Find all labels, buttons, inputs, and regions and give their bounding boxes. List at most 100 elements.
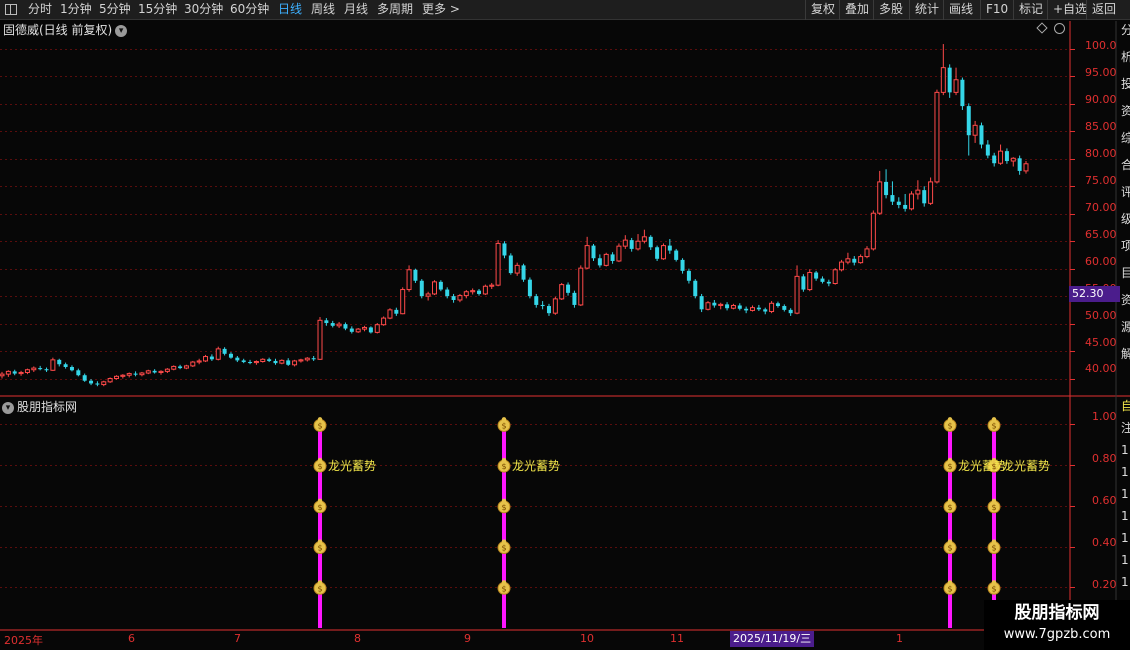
candle-body-up bbox=[31, 367, 37, 371]
candle-body-down bbox=[566, 284, 571, 293]
candle-body-down bbox=[744, 308, 749, 311]
right-column-glyph: 资 bbox=[1121, 104, 1130, 118]
money-bag-symbol: $ bbox=[947, 584, 952, 593]
right-column-glyph: 级 bbox=[1121, 212, 1130, 226]
indicator-name: 股朋指标网 bbox=[17, 400, 78, 414]
candle-body-up bbox=[603, 253, 609, 266]
money-bag-symbol: $ bbox=[317, 503, 322, 512]
chevron-down-icon[interactable]: ▾ bbox=[2, 401, 14, 414]
candle-body-down bbox=[775, 303, 780, 307]
candle-body-up bbox=[794, 275, 800, 314]
cursor-date-tag: 2025/11/19/三 bbox=[730, 631, 815, 647]
candle-body-down bbox=[69, 366, 74, 371]
candle-body-down bbox=[273, 360, 278, 364]
candle-body-down bbox=[521, 265, 526, 280]
candle-body-up bbox=[514, 264, 520, 274]
x-tick: 2025年 bbox=[4, 634, 43, 647]
money-bag-symbol: $ bbox=[991, 503, 996, 512]
candle-body-down bbox=[667, 245, 672, 251]
candle-body-up bbox=[387, 309, 393, 319]
y-tick: 65.00 bbox=[1085, 228, 1117, 241]
candle-body-up bbox=[215, 348, 221, 360]
y-tick: 0.80 bbox=[1092, 452, 1117, 465]
candle-body-down bbox=[152, 370, 157, 373]
candle-body-down bbox=[693, 280, 698, 297]
candle-body-up bbox=[864, 248, 870, 258]
x-tick: 8 bbox=[354, 632, 361, 645]
money-bag-symbol: $ bbox=[501, 503, 506, 512]
candle-body-down bbox=[890, 195, 895, 202]
candle-body-up bbox=[355, 328, 361, 333]
candle-body-up bbox=[858, 256, 864, 264]
candle-body-down bbox=[222, 348, 227, 354]
y-tick: 45.00 bbox=[1085, 336, 1117, 349]
candle-body-up bbox=[120, 374, 126, 377]
candle-body-up bbox=[196, 360, 202, 363]
candle-body-down bbox=[896, 201, 901, 205]
candle-body-down bbox=[12, 371, 17, 374]
candle-body-up bbox=[769, 302, 775, 313]
candle-body-up bbox=[578, 267, 584, 306]
candle-body-down bbox=[502, 243, 507, 256]
indicator-column-glyph: 自 bbox=[1121, 399, 1130, 413]
candle-body-up bbox=[928, 181, 934, 204]
indicator-column-glyph: 1 bbox=[1121, 465, 1129, 479]
chart-canvas[interactable]: $$$$$$$$$$$$$$$$$$$$ bbox=[0, 0, 1130, 650]
candle-body-up bbox=[101, 381, 107, 386]
candle-body-up bbox=[425, 293, 431, 297]
candle-body-up bbox=[139, 372, 145, 376]
candle-body-down bbox=[76, 370, 81, 376]
candle-body-up bbox=[431, 281, 437, 295]
x-tick: 7 bbox=[234, 632, 241, 645]
candle-body-up bbox=[107, 378, 113, 383]
candle-body-up bbox=[158, 370, 164, 373]
x-tick: 6 bbox=[128, 632, 135, 645]
indicator-column-glyph: 1 bbox=[1121, 443, 1129, 457]
candle-body-up bbox=[870, 212, 876, 250]
candle-body-up bbox=[495, 242, 501, 286]
candle-body-down bbox=[737, 305, 742, 309]
right-column-glyph: 资 bbox=[1121, 293, 1130, 307]
right-column-glyph: 解 bbox=[1121, 347, 1130, 361]
y-tick: 90.00 bbox=[1085, 93, 1117, 106]
candle-body-down bbox=[178, 366, 183, 369]
candle-body-up bbox=[641, 236, 647, 242]
right-column-glyph: 源 bbox=[1121, 320, 1130, 334]
candle-body-up bbox=[164, 368, 170, 372]
candle-body-up bbox=[24, 369, 30, 373]
money-bag-symbol: $ bbox=[947, 462, 952, 471]
money-bag-symbol: $ bbox=[947, 421, 952, 430]
candle-body-down bbox=[985, 144, 990, 156]
x-tick: 10 bbox=[580, 632, 594, 645]
candle-body-up bbox=[298, 359, 304, 362]
candle-body-down bbox=[648, 236, 653, 248]
candle-body-down bbox=[674, 250, 679, 260]
candle-body-down bbox=[960, 79, 965, 107]
candle-body-up bbox=[374, 324, 380, 333]
candle-body-up bbox=[750, 307, 756, 311]
candle-body-down bbox=[756, 307, 761, 310]
x-tick: 9 bbox=[464, 632, 471, 645]
candle-body-down bbox=[527, 279, 532, 297]
candle-body-down bbox=[133, 373, 138, 375]
candle-body-down bbox=[979, 125, 984, 145]
candle-body-down bbox=[508, 255, 513, 274]
money-bag-symbol: $ bbox=[317, 584, 322, 593]
money-bag-symbol: $ bbox=[991, 584, 996, 593]
candle-body-down bbox=[311, 358, 316, 360]
x-tick: 11 bbox=[670, 632, 684, 645]
money-bag-symbol: $ bbox=[317, 462, 322, 471]
candle-body-up bbox=[660, 245, 666, 260]
candle-body-down bbox=[610, 254, 615, 261]
candle-body-up bbox=[253, 360, 259, 364]
candle-body-up bbox=[705, 302, 711, 310]
money-bag-symbol: $ bbox=[947, 503, 952, 512]
candle-body-up bbox=[0, 373, 5, 377]
signal-bar bbox=[318, 424, 322, 628]
signal-bar bbox=[948, 424, 952, 628]
candle-body-down bbox=[597, 258, 602, 266]
candle-body-down bbox=[680, 259, 685, 271]
candle-body-down bbox=[95, 383, 100, 385]
indicator-title: ▾ 股朋指标网 bbox=[2, 398, 77, 415]
right-column-glyph: 合 bbox=[1121, 158, 1130, 172]
